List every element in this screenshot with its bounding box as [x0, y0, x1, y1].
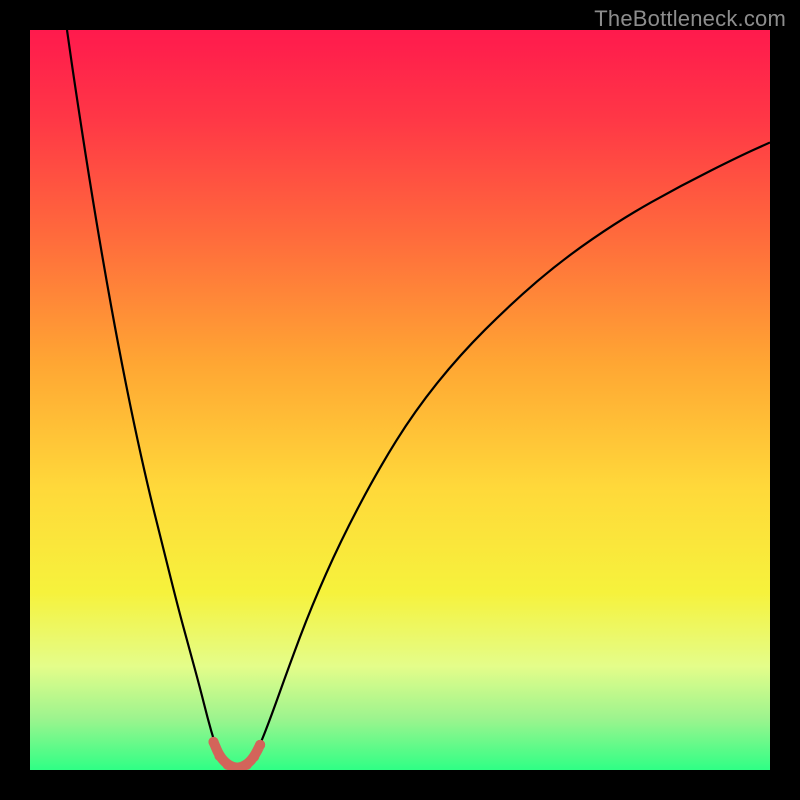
frame: TheBottleneck.com [0, 0, 800, 800]
marker-dot [209, 737, 219, 747]
marker-dot [249, 752, 259, 762]
marker-dot [255, 740, 265, 750]
watermark-text: TheBottleneck.com [594, 6, 786, 32]
marker-dot [242, 760, 252, 770]
chart-background [30, 30, 770, 770]
chart-svg [30, 30, 770, 770]
marker-dot [223, 760, 233, 770]
chart-plot-area [30, 30, 770, 770]
marker-dot [214, 751, 224, 761]
